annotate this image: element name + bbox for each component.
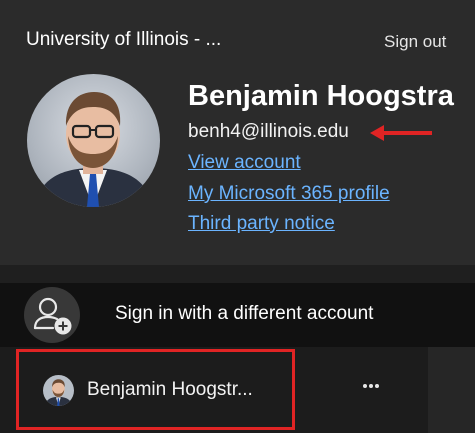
profile-avatar (27, 74, 160, 207)
sign-in-different-account-label: Sign in with a different account (115, 303, 374, 324)
profile-email: benh4@illinois.edu (188, 121, 349, 142)
account-avatar (43, 375, 74, 406)
microsoft-365-profile-link[interactable]: My Microsoft 365 profile (188, 183, 390, 205)
account-manager-panel: University of Illinois - ... Sign out Be… (0, 0, 475, 433)
account-list-edge (428, 347, 475, 433)
sign-in-different-account-button[interactable]: Sign in with a different account (0, 283, 475, 347)
more-horizontal-icon[interactable] (353, 371, 389, 401)
third-party-notice-link[interactable]: Third party notice (188, 213, 335, 235)
organization-name: University of Illinois - ... (26, 29, 222, 50)
view-account-link[interactable]: View account (188, 152, 301, 174)
add-person-icon (24, 287, 80, 343)
account-name: Benjamin Hoogstr... (87, 379, 253, 400)
red-arrow-annotation (370, 125, 432, 141)
profile-name: Benjamin Hoogstra (188, 80, 454, 112)
sign-out-link[interactable]: Sign out (384, 32, 446, 52)
profile-header: University of Illinois - ... Sign out Be… (0, 0, 475, 265)
